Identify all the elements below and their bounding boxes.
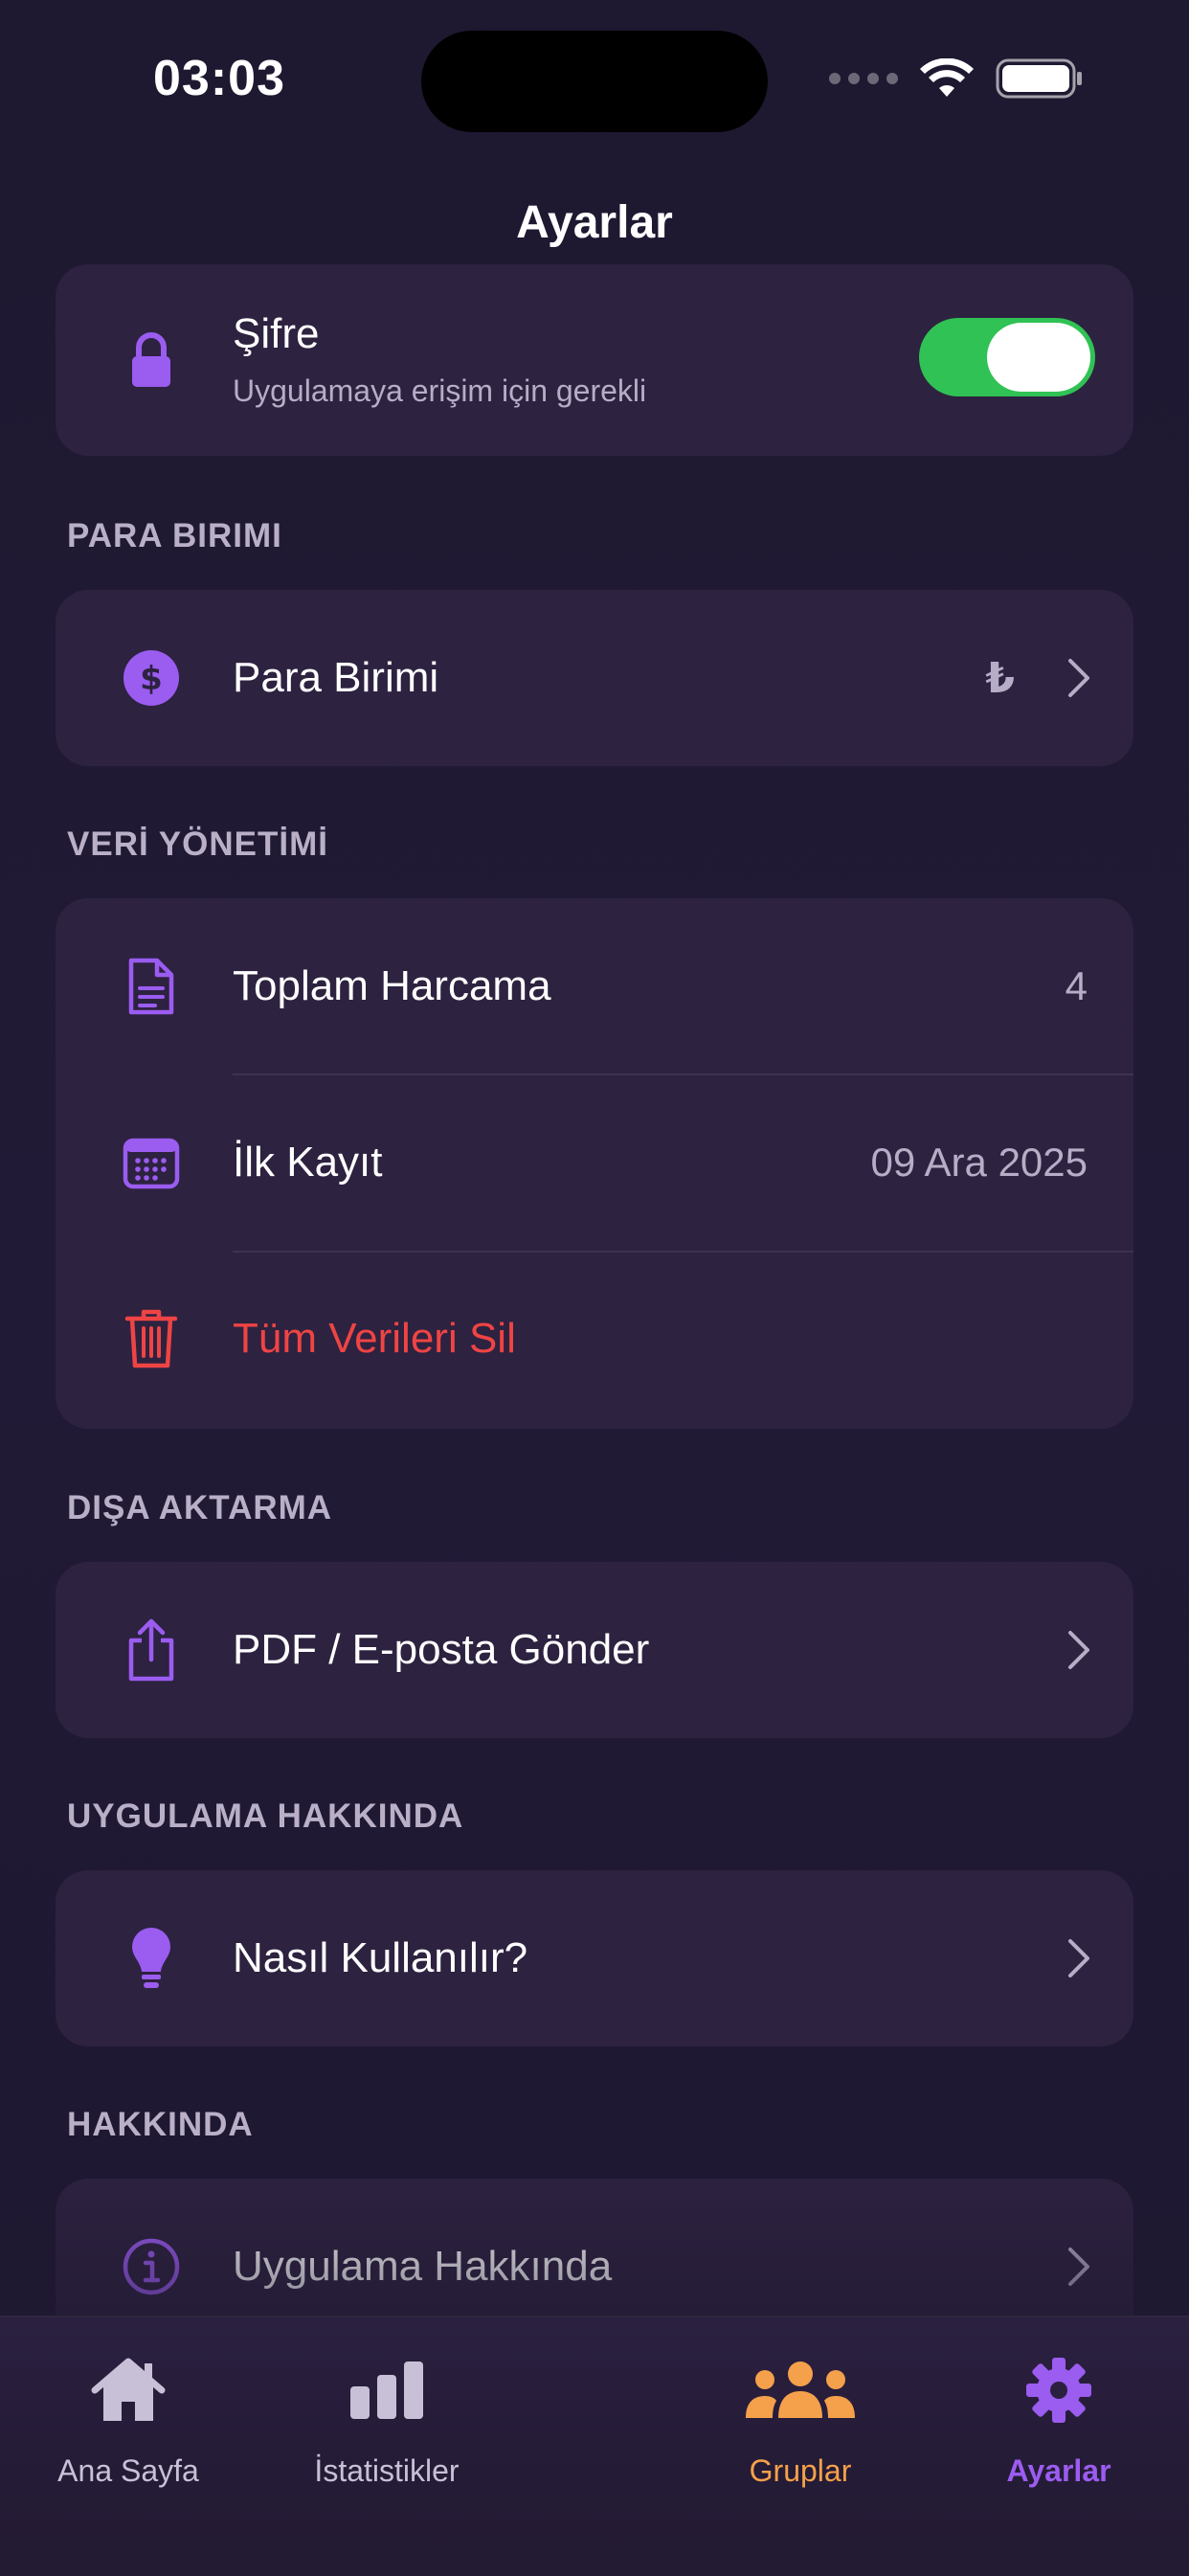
section-header-app-about: UYGULAMA HAKKINDA (67, 1797, 464, 1835)
first-record-value: 09 Ara 2025 (870, 1140, 1088, 1185)
about-label: Uygulama Hakkında (233, 2243, 613, 2290)
how-to-label: Nasıl Kullanılır? (233, 1934, 528, 1981)
security-card: Şifre Uygulamaya erişim için gerekli (56, 264, 1133, 456)
tab-home-label: Ana Sayfa (57, 2453, 199, 2488)
tab-statistics[interactable]: İstatistikler (272, 2352, 502, 2489)
tab-settings[interactable]: Ayarlar (944, 2352, 1174, 2489)
how-to-row[interactable]: Nasıl Kullanılır? (56, 1870, 1133, 2046)
password-row: Şifre Uygulamaya erişim için gerekli (56, 264, 1133, 456)
total-expense-row: Toplam Harcama 4 (56, 898, 1133, 1074)
currency-row[interactable]: $ Para Birimi ₺ (56, 590, 1133, 766)
section-header-about: HAKKINDA (67, 2106, 254, 2143)
dollar-circle-icon: $ (111, 638, 191, 718)
chevron-right-icon (1068, 1939, 1089, 1977)
first-record-label: İlk Kayıt (233, 1139, 383, 1186)
wifi-icon (920, 58, 974, 97)
info-icon (111, 2226, 191, 2307)
toggle-knob (987, 323, 1090, 392)
section-header-data: VERİ YÖNETİMİ (67, 825, 328, 863)
delete-all-row[interactable]: Tüm Verileri Sil (56, 1251, 1133, 1427)
calendar-icon (111, 1122, 191, 1203)
share-icon (111, 1610, 191, 1690)
currency-card: $ Para Birimi ₺ (56, 590, 1133, 766)
lightbulb-icon (111, 1918, 191, 1999)
section-header-export: DIŞA AKTARMA (67, 1489, 333, 1526)
tab-groups[interactable]: Gruplar (685, 2352, 915, 2489)
svg-text:$: $ (140, 660, 163, 698)
export-card: PDF / E-posta Gönder (56, 1562, 1133, 1738)
page-title: Ayarlar (516, 197, 673, 248)
lock-icon (111, 320, 191, 400)
export-label: PDF / E-posta Gönder (233, 1626, 650, 1673)
currency-value: ₺ (985, 654, 1015, 702)
tab-home[interactable]: Ana Sayfa (13, 2352, 243, 2489)
total-expense-value: 4 (1065, 963, 1088, 1008)
cellular-signal-icon (829, 73, 898, 84)
password-toggle[interactable] (919, 318, 1095, 396)
trash-icon (111, 1299, 191, 1379)
status-time: 03:03 (153, 51, 285, 106)
password-label: Şifre (233, 310, 320, 357)
currency-label: Para Birimi (233, 654, 439, 701)
password-sublabel: Uygulamaya erişim için gerekli (233, 373, 647, 408)
tab-groups-label: Gruplar (749, 2453, 852, 2488)
total-expense-label: Toplam Harcama (233, 962, 551, 1009)
group-icon (685, 2352, 915, 2429)
export-row[interactable]: PDF / E-posta Gönder (56, 1562, 1133, 1738)
home-icon (13, 2352, 243, 2429)
bar-chart-icon (272, 2352, 502, 2429)
dynamic-island (421, 31, 768, 132)
status-icons (829, 57, 1084, 100)
tab-bar: Ana Sayfa İstatistikler Gruplar Ayarlar (0, 2316, 1189, 2576)
how-to-card: Nasıl Kullanılır? (56, 1870, 1133, 2046)
tab-settings-label: Ayarlar (1006, 2453, 1111, 2488)
first-record-row: İlk Kayıt 09 Ara 2025 (56, 1074, 1133, 1251)
tab-statistics-label: İstatistikler (314, 2453, 460, 2488)
data-management-card: Toplam Harcama 4 İlk Kayıt 09 Ara 2025 T… (56, 898, 1133, 1429)
battery-icon (996, 58, 1082, 99)
chevron-right-icon (1068, 2248, 1089, 2286)
delete-all-label: Tüm Verileri Sil (233, 1315, 516, 1362)
section-header-currency: PARA BIRIMI (67, 517, 282, 554)
document-icon (111, 946, 191, 1027)
chevron-right-icon (1068, 1631, 1089, 1669)
gear-icon (944, 2352, 1174, 2429)
chevron-right-icon (1068, 659, 1089, 697)
